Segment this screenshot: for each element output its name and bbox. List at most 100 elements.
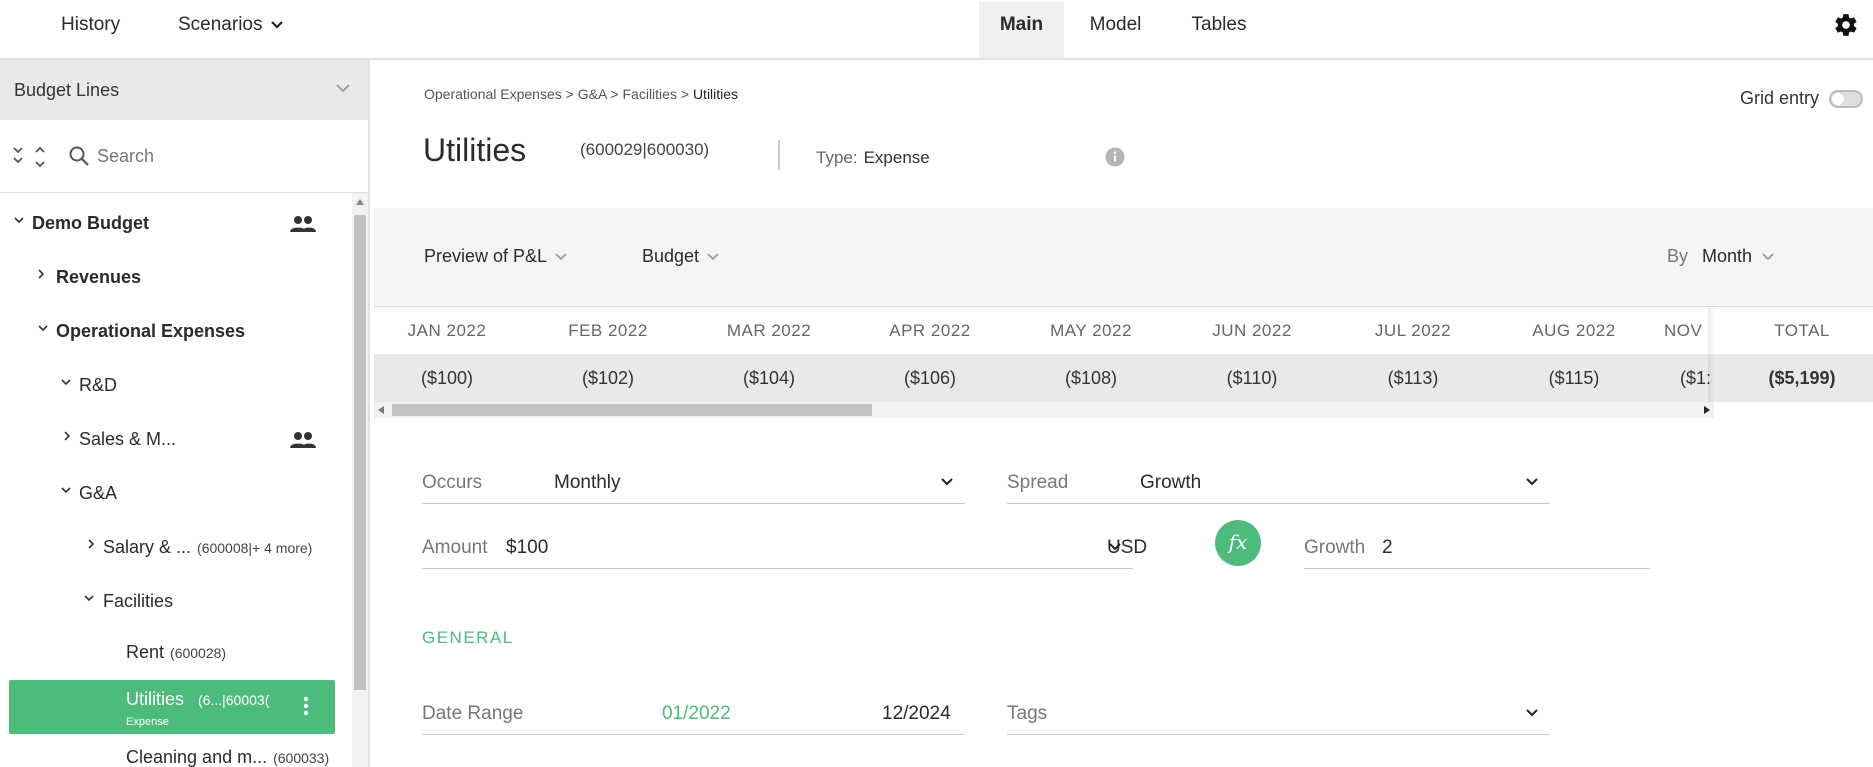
chevron-down-icon[interactable] — [14, 217, 24, 224]
spread-select[interactable]: Spread Growth — [1007, 460, 1550, 504]
sidebar: Budget Lines Demo Budget Revenues Operat… — [0, 60, 370, 767]
breadcrumb-item[interactable]: Operational Expenses — [424, 86, 562, 102]
amount-field[interactable]: Amount $100 USD — [422, 525, 1147, 569]
info-icon[interactable] — [1105, 147, 1125, 167]
people-icon — [290, 216, 316, 232]
chevron-down-icon[interactable] — [1109, 543, 1121, 551]
tree-item-rd[interactable]: R&D — [0, 365, 340, 405]
budget-tree: Demo Budget Revenues Operational Expense… — [0, 193, 350, 767]
search-icon — [69, 146, 89, 166]
nav-scenarios[interactable]: Scenarios — [178, 0, 283, 58]
chevron-down-icon — [1526, 709, 1538, 717]
people-icon — [290, 432, 316, 448]
tab-model[interactable]: Model — [1078, 2, 1153, 58]
tree-item-rent[interactable]: Rent (600028) — [0, 632, 340, 672]
search-input[interactable] — [97, 140, 347, 172]
month-header: NOV — [1664, 321, 1703, 340]
scroll-up-icon[interactable] — [356, 199, 364, 205]
budget-lines-header[interactable]: Budget Lines — [0, 60, 368, 120]
month-header: JUN 2022 — [1212, 321, 1292, 340]
grid-entry-toggle[interactable]: Grid entry — [1740, 88, 1863, 109]
tree-item-ga[interactable]: G&A — [0, 473, 340, 513]
chevron-down-icon — [270, 21, 283, 29]
date-start[interactable]: 01/2022 — [662, 703, 731, 725]
period-dropdown[interactable]: Month — [1702, 246, 1774, 266]
tab-main[interactable]: Main — [979, 2, 1064, 58]
tree-item-facilities[interactable]: Facilities — [0, 581, 340, 621]
month-header: MAY 2022 — [1050, 321, 1132, 340]
tree-item-cleaning[interactable]: Cleaning and m... (600033) — [0, 741, 340, 767]
by-period: By Month — [1667, 246, 1774, 267]
scroll-right-icon[interactable] — [1704, 406, 1710, 414]
expand-collapse-icon[interactable] — [12, 144, 48, 170]
chevron-down-icon[interactable] — [61, 379, 71, 386]
tree-item-operational-expenses[interactable]: Operational Expenses — [0, 311, 340, 351]
month-header: JAN 2022 — [407, 321, 487, 340]
gear-icon[interactable] — [1833, 12, 1859, 38]
divider — [1708, 306, 1714, 402]
scrollbar-thumb[interactable] — [354, 215, 366, 690]
months-header-row: JAN 2022 FEB 2022 MAR 2022 APR 2022 MAY … — [374, 306, 1873, 354]
chevron-down-icon[interactable] — [38, 325, 48, 332]
tags-select[interactable]: Tags — [1007, 691, 1550, 735]
month-value: ($104) — [742, 368, 796, 388]
sidebar-search-bar — [0, 120, 368, 193]
month-header: MAR 2022 — [726, 321, 812, 340]
tree-item-revenues[interactable]: Revenues — [0, 257, 340, 297]
more-options-icon[interactable] — [303, 696, 309, 716]
month-header: JUL 2022 — [1374, 321, 1452, 340]
total-value: ($5,199) — [1768, 368, 1836, 388]
month-value: ($110) — [1226, 368, 1278, 388]
month-value: ($102) — [581, 368, 635, 388]
page-title: Utilities — [423, 132, 527, 168]
chevron-right-icon[interactable] — [88, 539, 95, 549]
breadcrumb-item[interactable]: G&A — [578, 86, 607, 102]
chevron-right-icon[interactable] — [64, 431, 71, 441]
chevron-right-icon[interactable] — [38, 269, 45, 279]
date-end[interactable]: 12/2024 — [882, 703, 951, 725]
chevron-down-icon — [941, 478, 953, 486]
tab-tables[interactable]: Tables — [1183, 2, 1255, 58]
month-value: ($106) — [903, 368, 957, 388]
month-header: AUG 2022 — [1532, 321, 1616, 340]
account-codes: (600029|600030) — [580, 140, 710, 159]
tree-item-salary[interactable]: Salary & ... (600008|+ 4 more) — [0, 527, 340, 567]
breadcrumb-current: Utilities — [692, 86, 739, 102]
chevron-down-icon[interactable] — [61, 487, 71, 494]
main-panel: Operational Expenses > G&A > Facilities … — [372, 60, 1873, 767]
budget-dropdown[interactable]: Budget — [642, 246, 719, 267]
growth-field[interactable]: Growth 2 — [1304, 525, 1650, 569]
month-header: FEB 2022 — [568, 321, 648, 340]
scrollbar-thumb[interactable] — [392, 404, 872, 416]
chevron-down-icon[interactable] — [84, 595, 94, 602]
month-value: ($1: — [1680, 368, 1710, 388]
formula-button[interactable]: fx — [1215, 520, 1261, 566]
breadcrumb: Operational Expenses > G&A > Facilities … — [424, 86, 739, 102]
tree-item-demo-budget[interactable]: Demo Budget — [0, 203, 340, 243]
month-header: APR 2022 — [889, 321, 971, 340]
chevron-down-icon — [555, 253, 567, 261]
horizontal-scrollbar[interactable] — [374, 402, 1714, 418]
sidebar-scrollbar[interactable] — [352, 193, 368, 767]
month-value: ($108) — [1064, 368, 1118, 388]
total-header: TOTAL — [1774, 321, 1830, 340]
date-range-field[interactable]: Date Range 01/2022 12/2024 — [422, 691, 965, 735]
tree-item-utilities[interactable]: Utilities (6...|60003( Expense — [9, 680, 335, 734]
preview-pl-dropdown[interactable]: Preview of P&L — [424, 246, 567, 267]
chevron-down-icon — [707, 253, 719, 261]
chevron-down-icon[interactable] — [336, 84, 350, 93]
section-general: GENERAL — [422, 628, 514, 647]
tree-item-sales-marketing[interactable]: Sales & M... — [0, 419, 340, 459]
type-field: Type: Expense — [816, 148, 930, 167]
values-row: ($100) ($102) ($104) ($106) ($108) ($110… — [374, 354, 1873, 402]
top-nav: History Scenarios Main Model Tables — [0, 0, 1873, 60]
nav-history[interactable]: History — [61, 0, 120, 58]
month-value: ($100) — [420, 368, 474, 388]
month-value: ($113) — [1387, 368, 1439, 388]
scroll-left-icon[interactable] — [378, 406, 384, 414]
toggle-switch[interactable] — [1829, 90, 1863, 109]
month-value: ($115) — [1548, 368, 1600, 388]
occurs-select[interactable]: Occurs Monthly — [422, 460, 965, 504]
divider — [778, 140, 780, 170]
breadcrumb-item[interactable]: Facilities — [623, 86, 677, 102]
